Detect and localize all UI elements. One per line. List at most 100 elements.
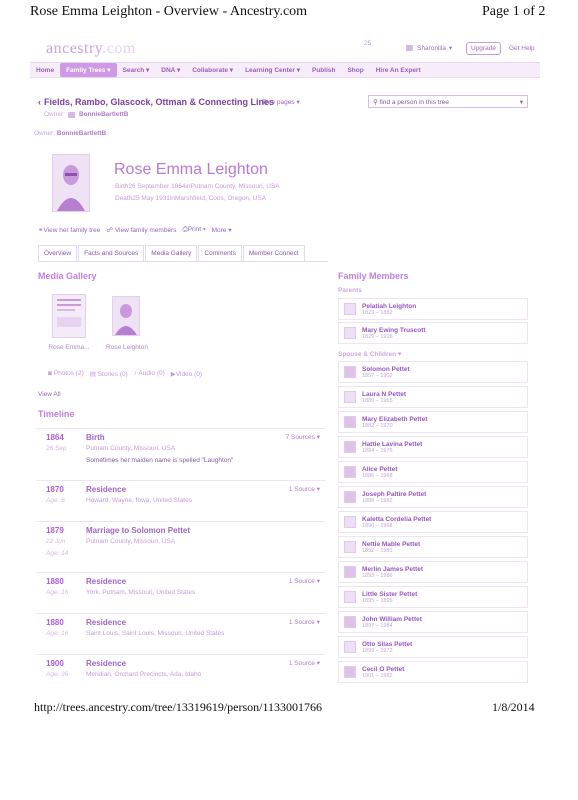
spouse-children-menu[interactable]: Spouse & Children ▾ [338, 350, 401, 358]
person-photo[interactable] [52, 154, 90, 212]
event-place: Putnam County, Missouri, USA [86, 538, 176, 545]
nav-shop[interactable]: Shop [341, 67, 369, 74]
person-silhouette-icon [344, 303, 356, 315]
family-member[interactable]: Hattie Lavina Pettet 1884 – 1976 [338, 436, 528, 458]
family-member[interactable]: Little Sister Pettet 1895 – 1895 [338, 586, 528, 608]
video-link[interactable]: ▶Video (0) [171, 370, 202, 378]
timeline-event[interactable]: 1870 Age: 6 Residence Howard, Wayne, Iow… [36, 480, 326, 520]
owner-name[interactable]: BonnieBartlettB [57, 130, 106, 137]
member-years: 1884 – 1976 [362, 447, 393, 454]
nav-learning-center[interactable]: Learning Center ▾ [239, 66, 306, 74]
family-member[interactable]: Pelatiah Leighton 1823 – 1882 [338, 298, 528, 320]
person-silhouette-icon [344, 327, 356, 339]
member-years: 1888 – 1982 [362, 497, 393, 504]
timeline-event[interactable]: 1880 Age: 16 Residence York, Putnam, Mis… [36, 572, 326, 612]
nav-collaborate[interactable]: Collaborate ▾ [186, 66, 239, 74]
upgrade-button[interactable]: Upgrade [466, 42, 501, 55]
view-all-link[interactable]: View All [38, 391, 61, 398]
owner-avatar-icon [67, 111, 75, 118]
media-caption-2[interactable]: Rose Leighton [100, 344, 154, 351]
print-menu[interactable]: ⎙Print ▾ [182, 226, 205, 234]
tab-facts-sources[interactable]: Facts and Sources [78, 245, 145, 261]
sources-menu[interactable]: 1 Source ▾ [289, 659, 320, 667]
nav-dna[interactable]: DNA ▾ [155, 66, 186, 74]
timeline-event[interactable]: 1879 22 Jun Age: 14 Marriage to Solomon … [36, 521, 326, 571]
family-member[interactable]: Solomon Pettet 1857 – 1902 [338, 361, 528, 383]
photos-link[interactable]: ◙ Photos (2) [48, 370, 84, 378]
view-family-tree-link[interactable]: ⚭View her family tree [38, 226, 100, 234]
user-menu[interactable]: Sharonlila ▾ [406, 44, 452, 52]
media-thumb-2[interactable] [112, 296, 140, 336]
family-member[interactable]: John William Pettet 1897 – 1984 [338, 611, 528, 633]
tab-comments[interactable]: Comments [198, 245, 242, 261]
nav-family-trees-label: Family Trees [66, 67, 106, 74]
event-place: Putnam County, Missouri, USA [86, 445, 176, 452]
more-menu[interactable]: More ▾ [212, 226, 232, 234]
owner-name[interactable]: BonnieBartlettB [79, 111, 128, 118]
event-year: 1880 [46, 577, 64, 586]
member-years: 1899 – 1972 [362, 647, 393, 654]
tab-media-gallery[interactable]: Media Gallery [145, 245, 198, 261]
sources-label: 7 Sources [285, 434, 315, 441]
tree-title-link[interactable]: ‹ Fields, Rambo, Glascock, Ottman & Conn… [38, 97, 274, 107]
sources-menu[interactable]: 1 Source ▾ [289, 618, 320, 626]
event-title: Residence [86, 577, 127, 586]
tab-member-connect[interactable]: Member Connect [242, 245, 305, 261]
family-member[interactable]: Cecil O Pettet 1901 – 1982 [338, 661, 528, 683]
media-thumb-1[interactable] [52, 294, 86, 338]
get-help-link[interactable]: Get Help [509, 45, 535, 52]
user-name: Sharonlila [417, 44, 446, 52]
member-name: John William Pettet [362, 615, 422, 623]
family-member[interactable]: Mary Ewing Truscott 1829 – 1916 [338, 322, 528, 344]
sources-label: 1 Source [288, 486, 315, 493]
family-member[interactable]: Merlin James Pettet 1893 – 1986 [338, 561, 528, 583]
notification-count[interactable]: 25 [364, 40, 371, 47]
ancestry-logo[interactable]: ancestry.com [46, 40, 136, 58]
event-year: 1864 [46, 433, 64, 442]
owner-label: Owner: [34, 130, 55, 137]
event-date: Age: 16 [46, 630, 69, 637]
family-member[interactable]: Joseph Paltire Pettet 1888 – 1982 [338, 486, 528, 508]
family-member[interactable]: Kaletta Cordelia Pettet 1890 – 1968 [338, 511, 528, 533]
chevron-down-icon: ▾ [296, 99, 300, 106]
nav-search[interactable]: Search ▾ [117, 66, 156, 74]
audio-link[interactable]: ♪ Audio (0) [134, 370, 165, 378]
event-year: 1880 [46, 618, 64, 627]
document-icon [57, 299, 81, 327]
member-years: 1857 – 1902 [362, 372, 393, 379]
tab-overview[interactable]: Overview [38, 245, 78, 261]
sources-menu[interactable]: 7 Sources ▾ [286, 433, 320, 441]
person-silhouette-icon [344, 641, 356, 653]
tree-pages-menu[interactable]: Tree pages ▾ [262, 98, 300, 106]
timeline-heading: Timeline [38, 409, 75, 419]
media-caption-1[interactable]: Rose Emma... [44, 344, 94, 351]
nav-publish[interactable]: Publish [306, 67, 341, 74]
family-member[interactable]: Otto Silas Pettet 1899 – 1972 [338, 636, 528, 658]
timeline-event[interactable]: 1880 Age: 16 Residence Saint Louis, Sain… [36, 613, 326, 653]
family-member[interactable]: Laura N Pettet 1880 – 1965 [338, 386, 528, 408]
event-age: Age: 14 [46, 550, 69, 557]
view-family-members-link[interactable]: ☍ View family members [106, 226, 176, 234]
sources-menu[interactable]: 1 Source ▾ [289, 485, 320, 493]
timeline-event[interactable]: 1900 Age: 36 Residence Meridian, Orchard… [36, 654, 326, 692]
family-member[interactable]: Alice Pettet 1886 – 1968 [338, 461, 528, 483]
family-member[interactable]: Nettie Mable Pettet 1892 – 1981 [338, 536, 528, 558]
owner-line-1: Owner: BonnieBartlettB [44, 111, 128, 118]
member-name: Alice Pettet [362, 465, 398, 473]
stories-link[interactable]: ▤ Stories (0) [90, 370, 128, 378]
person-search-input[interactable]: ⚲ find a person in this tree ▾ [368, 95, 528, 108]
user-icon [406, 45, 413, 51]
nav-family-trees[interactable]: Family Trees ▾ [60, 63, 117, 77]
view-family-label: View family members [114, 227, 177, 234]
family-member[interactable]: Mary Elizabeth Pettet 1882 – 1970 [338, 411, 528, 433]
nav-hire-expert[interactable]: Hire An Expert [370, 67, 427, 74]
family-members-heading: Family Members [338, 271, 409, 281]
person-photo-icon [344, 616, 356, 628]
member-years: 1893 – 1986 [362, 572, 393, 579]
parents-label: Parents [338, 287, 362, 294]
nav-home[interactable]: Home [30, 67, 60, 74]
event-place: Meridian, Orchard Precincts, Ada, Idaho [86, 671, 202, 678]
sources-menu[interactable]: 1 Source ▾ [289, 577, 320, 585]
tree-title: Fields, Rambo, Glascock, Ottman & Connec… [44, 97, 275, 107]
timeline-event[interactable]: 1864 26 Sep Birth Putnam County, Missour… [36, 428, 326, 478]
